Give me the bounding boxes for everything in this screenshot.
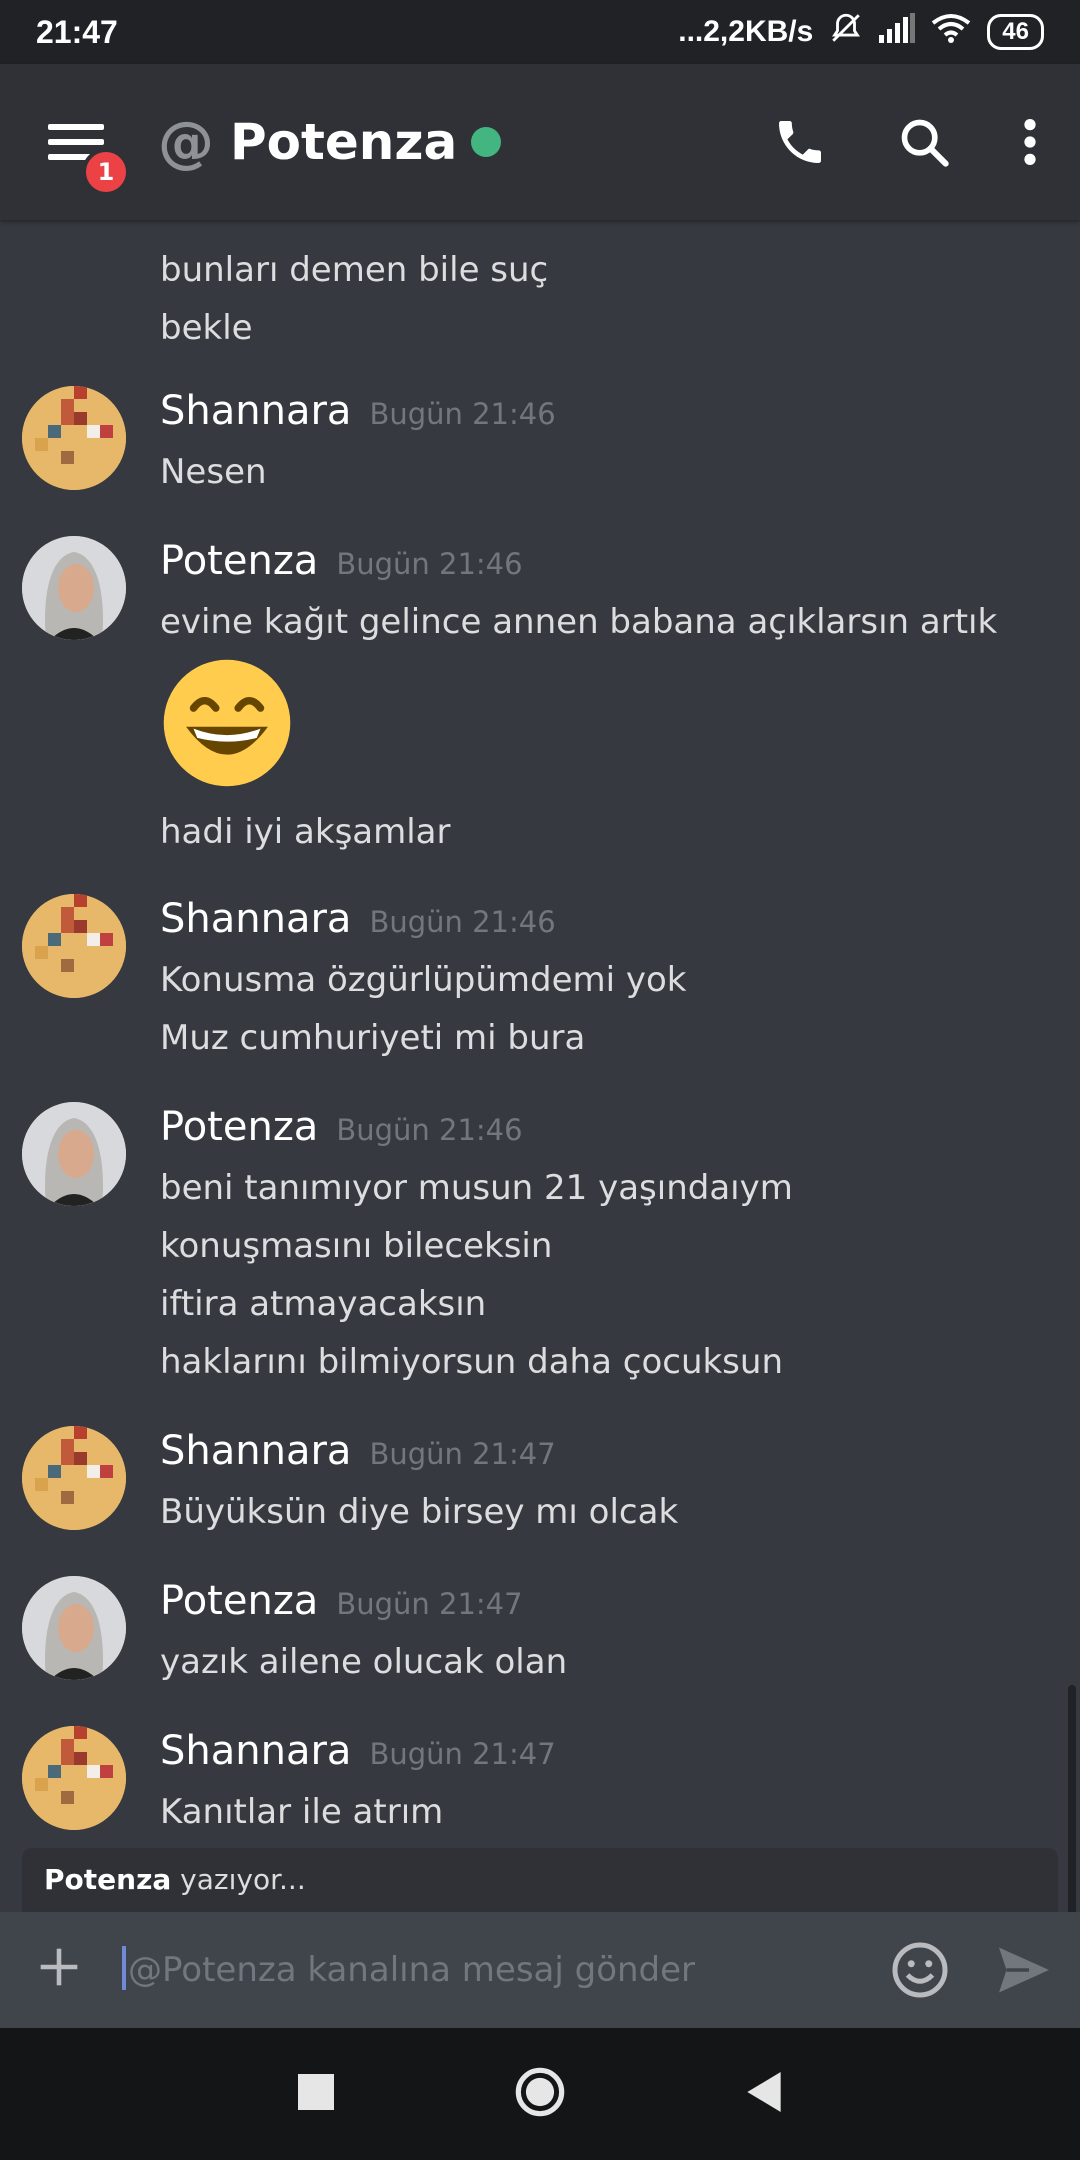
message-input-placeholder: @Potenza kanalına mesaj gönder [128, 1950, 696, 1990]
message-line: Nesen [160, 452, 267, 492]
message-line: haklarını bilmiyorsun daha çocuksun [160, 1342, 783, 1382]
message-author[interactable]: Potenza Bugün 21:47 [160, 1578, 523, 1624]
status-bar: 21:47 ...2,2KB/s 46 [0, 0, 1080, 64]
message-author[interactable]: Potenza Bugün 21:46 [160, 1104, 523, 1150]
avatar[interactable] [22, 386, 126, 490]
system-nav-bar [0, 2028, 1080, 2160]
back-button[interactable] [746, 2072, 782, 2116]
square-icon [298, 2074, 334, 2110]
message-line: iftira atmayacaksın [160, 1284, 487, 1324]
wifi-icon [931, 13, 971, 51]
send-button[interactable] [992, 1940, 1056, 2004]
scrollbar[interactable] [1068, 1685, 1076, 1915]
avatar[interactable] [22, 1102, 126, 1206]
message-author[interactable]: Shannara Bugün 21:47 [160, 1428, 556, 1474]
message-line: konuşmasını bileceksin [160, 1226, 553, 1266]
call-button[interactable] [772, 114, 828, 170]
message-line: Muz cumhuriyeti mi bura [160, 1018, 586, 1058]
message-line: bekle [160, 308, 253, 348]
search-button[interactable] [898, 116, 950, 168]
avatar[interactable] [22, 536, 126, 640]
plus-icon [40, 1948, 78, 1985]
signal-icon [879, 13, 916, 51]
message-author[interactable]: Shannara Bugün 21:47 [160, 1728, 556, 1774]
message-line: Kanıtlar ile atrım [160, 1792, 444, 1832]
typing-indicator: Potenza yazıyor... [22, 1848, 1058, 1912]
message-author[interactable]: Potenza Bugün 21:46 [160, 538, 523, 584]
message-author[interactable]: Shannara Bugün 21:46 [160, 896, 556, 942]
status-time: 21:47 [36, 13, 118, 50]
header-actions [772, 64, 1040, 220]
avatar[interactable] [22, 1726, 126, 1830]
message-timestamp: Bugün 21:46 [336, 547, 523, 581]
status-icons: ...2,2KB/s 46 [678, 11, 1044, 53]
at-icon: @ [158, 109, 214, 175]
avatar[interactable] [22, 1576, 126, 1680]
menu-button[interactable]: 1 [48, 112, 130, 196]
more-vertical-icon [1024, 119, 1036, 165]
message-author[interactable]: Shannara Bugün 21:46 [160, 388, 556, 434]
message-line: Konusma özgürlüpümdemi yok [160, 960, 687, 1000]
home-button[interactable] [514, 2066, 566, 2122]
online-status-icon [471, 127, 502, 157]
message-list[interactable]: bunları demen bile suç bekle Shannara Bug… [0, 220, 1080, 1848]
back-triangle-icon [747, 2072, 781, 2112]
bell-muted-icon [829, 11, 863, 53]
message-line: Büyüksün diye birsey mı olcak [160, 1492, 679, 1532]
phone-icon [779, 121, 821, 163]
message-line: bunları demen bile suç [160, 250, 549, 290]
message-line: yazık ailene olucak olan [160, 1642, 568, 1682]
circle-icon [515, 2067, 565, 2117]
search-icon [901, 119, 949, 167]
avatar[interactable] [22, 894, 126, 998]
more-options-button[interactable] [1020, 116, 1040, 168]
channel-title: Potenza [230, 113, 458, 171]
message-line: beni tanımıyor musun 21 yaşındaıym [160, 1168, 793, 1208]
battery-indicator: 46 [987, 14, 1044, 50]
grinning-face-emoji [160, 656, 294, 794]
send-icon [999, 1947, 1049, 1993]
recents-button[interactable] [298, 2074, 334, 2114]
text-caret [122, 1946, 126, 1990]
smiley-icon [892, 1942, 948, 1998]
message-timestamp: Bugün 21:46 [369, 397, 556, 431]
message-timestamp: Bugün 21:46 [336, 1113, 523, 1147]
message-composer: @Potenza kanalına mesaj gönder [0, 1912, 1080, 2028]
emoji-picker-button[interactable] [890, 1940, 950, 2004]
channel-header: 1 @ Potenza [0, 64, 1080, 220]
network-speed: ...2,2KB/s [678, 15, 814, 48]
message-input[interactable]: @Potenza kanalına mesaj gönder [122, 1946, 852, 1990]
avatar[interactable] [22, 1426, 126, 1530]
notification-badge: 1 [82, 148, 130, 196]
message-timestamp: Bugün 21:47 [336, 1587, 523, 1621]
message-timestamp: Bugün 21:47 [369, 1737, 556, 1771]
message-line: evine kağıt gelince annen babana açıklar… [160, 602, 998, 642]
message-timestamp: Bugün 21:46 [369, 905, 556, 939]
message-line: hadi iyi akşamlar [160, 812, 451, 852]
add-attachment-button[interactable] [32, 1938, 86, 2003]
message-timestamp: Bugün 21:47 [369, 1437, 556, 1471]
